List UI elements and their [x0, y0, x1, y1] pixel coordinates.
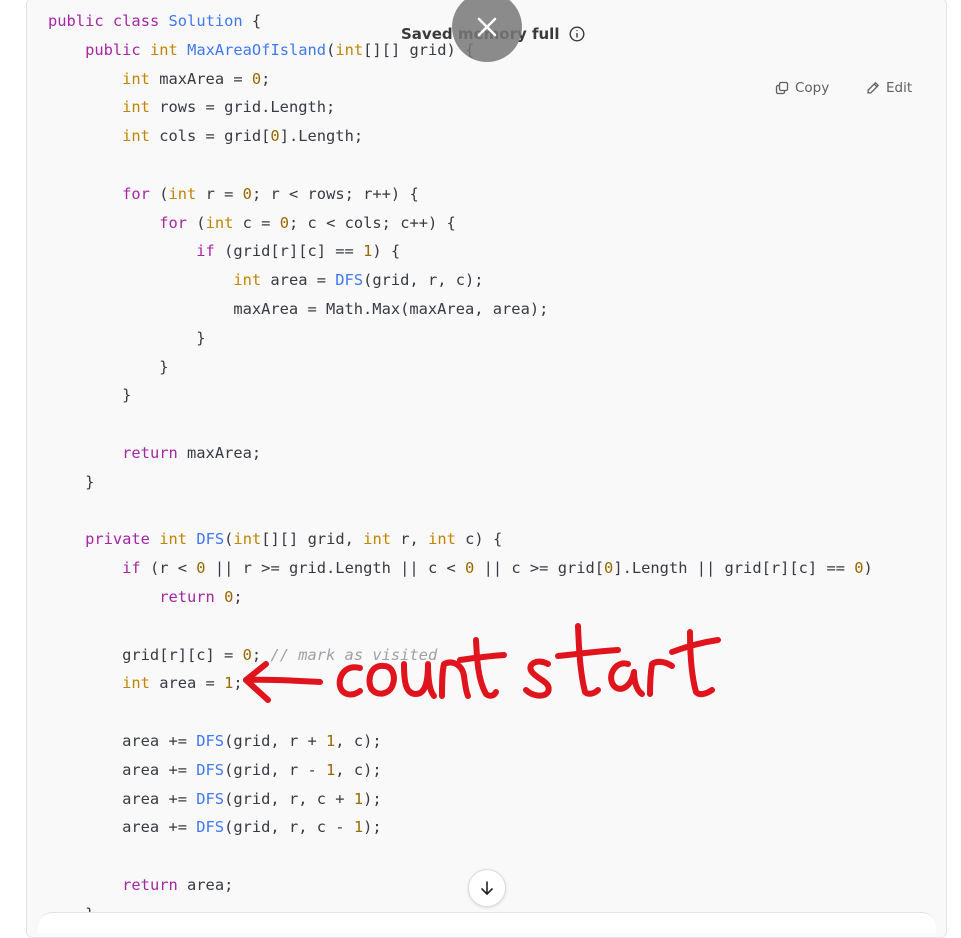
code-line: grid[r][c] = 0; // mark as visited	[48, 645, 438, 664]
code-line: }	[48, 472, 95, 491]
code-line: ​	[48, 698, 873, 727]
code-line: if (grid[r][c] == 1) {	[196, 242, 401, 261]
code-line: private int DFS(int[][] grid, int r, int…	[85, 530, 503, 549]
code-line: int rows = grid.Length;	[122, 98, 336, 117]
edit-button[interactable]: Edit	[866, 79, 912, 97]
copy-icon	[775, 81, 789, 95]
code-line: ​	[48, 612, 873, 641]
info-icon[interactable]	[569, 26, 585, 42]
code-line: ​	[48, 151, 873, 180]
code-line: return maxArea;	[122, 443, 262, 462]
code-line: if (r < 0 || r >= grid.Length || c < 0 |…	[122, 559, 873, 578]
pencil-icon	[867, 81, 880, 94]
code-line: return area;	[122, 875, 234, 894]
code-line: int maxArea = 0;	[122, 69, 271, 88]
close-icon	[477, 17, 497, 37]
code-line: area += DFS(grid, r, c - 1);	[48, 818, 382, 837]
edit-label: Edit	[886, 80, 913, 96]
code-content: public class Solution { public int MaxAr…	[48, 7, 873, 929]
copy-button[interactable]: Copy	[775, 79, 829, 97]
code-line: ​	[48, 497, 873, 526]
code-line: ​	[48, 842, 873, 871]
code-block: public class Solution { public int MaxAr…	[26, 0, 947, 938]
code-line: for (int r = 0; r < rows; r++) {	[122, 184, 419, 203]
code-line: return 0;	[159, 587, 243, 606]
code-line: ​	[48, 410, 873, 439]
code-line: int area = 1;	[122, 674, 243, 693]
copy-label: Copy	[795, 80, 830, 96]
code-line: area += DFS(grid, r, c + 1);	[48, 789, 382, 808]
code-line: }	[48, 328, 206, 347]
code-line: int area = DFS(grid, r, c);	[233, 271, 484, 290]
scroll-down-button[interactable]	[468, 869, 506, 907]
arrow-down-icon	[481, 881, 493, 895]
code-line: area += DFS(grid, r + 1, c);	[48, 731, 382, 750]
code-line: }	[48, 357, 169, 376]
code-line: area += DFS(grid, r - 1, c);	[48, 760, 382, 779]
code-line: for (int c = 0; c < cols; c++) {	[159, 213, 456, 232]
code-line: }	[48, 386, 132, 405]
message-input-edge	[38, 912, 936, 933]
code-line: int cols = grid[0].Length;	[122, 127, 364, 146]
code-line: maxArea = Math.Max(maxArea, area);	[48, 299, 549, 318]
